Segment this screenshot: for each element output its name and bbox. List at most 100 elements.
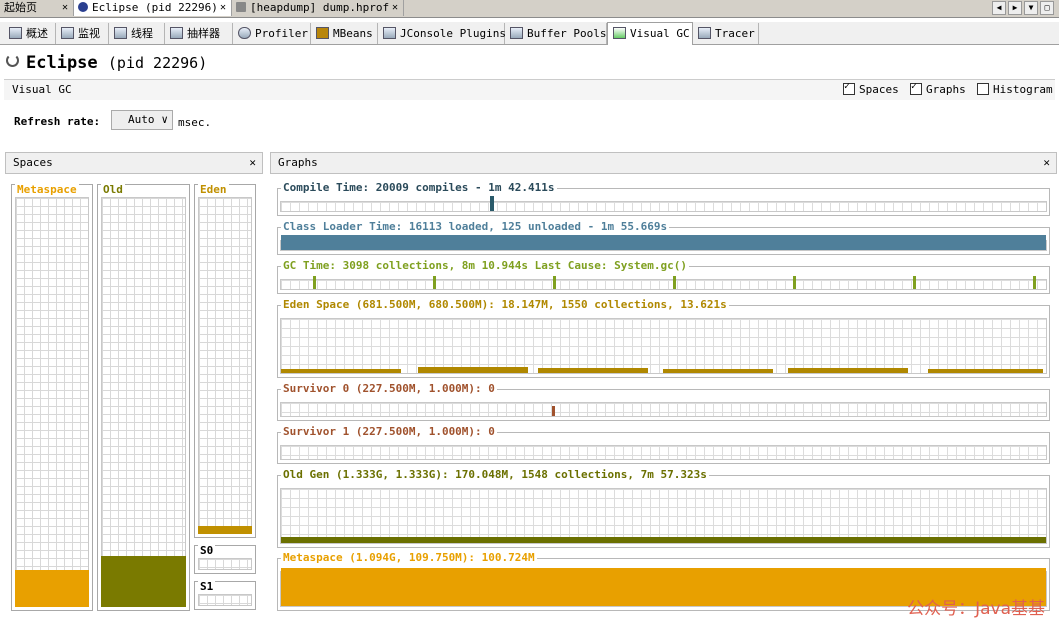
survivor0-graph: Survivor 0 (227.500M, 1.000M): 0 xyxy=(277,382,1050,421)
checkbox-label: Spaces xyxy=(859,83,899,96)
gc-spike xyxy=(673,276,676,289)
eden-fill xyxy=(198,526,252,534)
refresh-rate-value: Auto xyxy=(128,113,155,126)
grid xyxy=(280,201,1047,212)
tool-tab-bar: 概述 监视 线程 抽样器 Profiler MBeans JConsole Pl… xyxy=(0,22,1059,45)
tab-label: 抽样器 xyxy=(187,27,220,40)
gc-spike xyxy=(1033,276,1036,289)
eden-space: Eden xyxy=(194,183,256,538)
restore-window-icon[interactable]: □ xyxy=(1040,1,1054,15)
tab-tracer[interactable]: Tracer xyxy=(693,23,759,44)
grid xyxy=(280,318,1047,374)
tab-visual-gc[interactable]: Visual GC xyxy=(607,22,693,45)
graph-label: Old Gen (1.333G, 1.333G): 170.048M, 1548… xyxy=(281,468,709,481)
checkbox-label: Graphs xyxy=(926,83,966,96)
graphs-panel-header: Graphs ✕ xyxy=(270,152,1057,174)
old-fill xyxy=(101,556,186,607)
gc-spike xyxy=(913,276,916,289)
s1-space: S1 xyxy=(194,580,256,610)
tab-label: MBeans xyxy=(333,27,373,40)
checkbox-label: Histogram xyxy=(993,83,1053,96)
monitor-icon xyxy=(61,27,74,39)
close-icon[interactable]: ✕ xyxy=(392,0,398,16)
tab-monitor[interactable]: 监视 xyxy=(56,23,109,44)
grid xyxy=(198,594,252,606)
grid xyxy=(198,558,252,570)
profiler-icon xyxy=(238,27,251,39)
page-title: Eclipse (pid 22296) xyxy=(26,53,207,73)
metaspace-space: Metaspace xyxy=(11,183,93,611)
tab-threads[interactable]: 线程 xyxy=(109,23,165,44)
tab-jconsole-plugins[interactable]: JConsole Plugins xyxy=(378,23,506,44)
graphs-checkbox[interactable]: Graphs xyxy=(910,81,966,96)
space-label: Old xyxy=(101,183,125,196)
editor-tab-bar: 起始页 ✕ Eclipse (pid 22296) ✕ [heapdump] d… xyxy=(0,0,1059,18)
grid xyxy=(15,197,89,607)
view-options-bar: Visual GC Spaces Graphs Histogram xyxy=(4,79,1055,100)
grid xyxy=(280,445,1047,460)
grid xyxy=(101,197,186,607)
oldgen-fill xyxy=(281,537,1046,543)
graph-label: Survivor 1 (227.500M, 1.000M): 0 xyxy=(281,425,497,438)
chevron-down-icon: ∨ xyxy=(161,113,168,126)
tab-label: Tracer xyxy=(715,27,755,40)
heapdump-icon xyxy=(236,2,246,12)
jconsole-icon xyxy=(383,27,396,39)
tab-label: 监视 xyxy=(78,27,100,40)
old-gen-graph: Old Gen (1.333G, 1.333G): 170.048M, 1548… xyxy=(277,468,1050,548)
threads-icon xyxy=(114,27,127,39)
graph-label: Metaspace (1.094G, 109.750M): 100.724M xyxy=(281,551,537,564)
tab-overview[interactable]: 概述 xyxy=(4,23,56,44)
tracer-icon xyxy=(698,27,711,39)
close-icon[interactable]: ✕ xyxy=(220,0,226,16)
refresh-rate-label: Refresh rate: xyxy=(14,115,101,128)
refresh-spinner-icon xyxy=(6,54,19,67)
tab-mbeans[interactable]: MBeans xyxy=(311,23,378,44)
histogram-checkbox[interactable]: Histogram xyxy=(977,83,1053,96)
eclipse-icon xyxy=(78,2,88,12)
tab-eclipse[interactable]: Eclipse (pid 22296) ✕ xyxy=(74,0,232,16)
tab-label: 概述 xyxy=(26,27,48,40)
tab-sampler[interactable]: 抽样器 xyxy=(165,23,233,44)
gc-spike xyxy=(793,276,796,289)
space-label: Eden xyxy=(198,183,229,196)
scroll-right-icon[interactable]: ▶ xyxy=(1008,1,1022,15)
close-icon[interactable]: ✕ xyxy=(1043,153,1050,173)
tab-heapdump[interactable]: [heapdump] dump.hprof ✕ xyxy=(232,0,404,16)
tab-label: Visual GC xyxy=(630,27,690,40)
panel-title: Spaces xyxy=(13,156,53,169)
tab-label: [heapdump] dump.hprof xyxy=(250,1,390,14)
overview-icon xyxy=(9,27,22,39)
refresh-rate-select[interactable]: Auto ∨ xyxy=(111,110,173,130)
eden-space-graph: Eden Space (681.500M, 680.500M): 18.147M… xyxy=(277,298,1050,378)
app-name: Eclipse xyxy=(26,53,98,73)
scroll-left-icon[interactable]: ◀ xyxy=(992,1,1006,15)
metaspace-fill xyxy=(15,570,89,607)
space-label: S1 xyxy=(198,580,216,593)
gc-spike xyxy=(313,276,316,289)
close-icon[interactable]: ✕ xyxy=(62,0,68,16)
gc-spike xyxy=(433,276,436,289)
old-space: Old xyxy=(97,183,190,611)
compile-spike xyxy=(490,196,494,211)
survivor1-graph: Survivor 1 (227.500M, 1.000M): 0 xyxy=(277,425,1050,464)
space-label: S0 xyxy=(198,544,216,557)
tab-label: 线程 xyxy=(131,27,153,40)
tab-profiler[interactable]: Profiler xyxy=(233,23,311,44)
close-icon[interactable]: ✕ xyxy=(249,153,256,173)
grid xyxy=(280,402,1047,417)
tab-start-page[interactable]: 起始页 ✕ xyxy=(0,0,74,16)
view-label: Visual GC xyxy=(12,83,72,96)
panel-title: Graphs xyxy=(278,156,318,169)
tab-label: Profiler xyxy=(255,27,308,40)
checkbox-unchecked-icon xyxy=(977,83,989,95)
compile-time-graph: Compile Time: 20009 compiles - 1m 42.411… xyxy=(277,181,1050,216)
gc-time-graph: GC Time: 3098 collections, 8m 10.944s La… xyxy=(277,259,1050,294)
tab-buffer-pools[interactable]: Buffer Pools xyxy=(505,23,607,44)
class-loader-graph: Class Loader Time: 16113 loaded, 125 unl… xyxy=(277,220,1050,255)
grid xyxy=(280,279,1047,290)
spaces-panel-header: Spaces ✕ xyxy=(5,152,263,174)
spaces-checkbox[interactable]: Spaces xyxy=(843,81,899,96)
grid xyxy=(198,197,252,534)
dropdown-icon[interactable]: ▼ xyxy=(1024,1,1038,15)
